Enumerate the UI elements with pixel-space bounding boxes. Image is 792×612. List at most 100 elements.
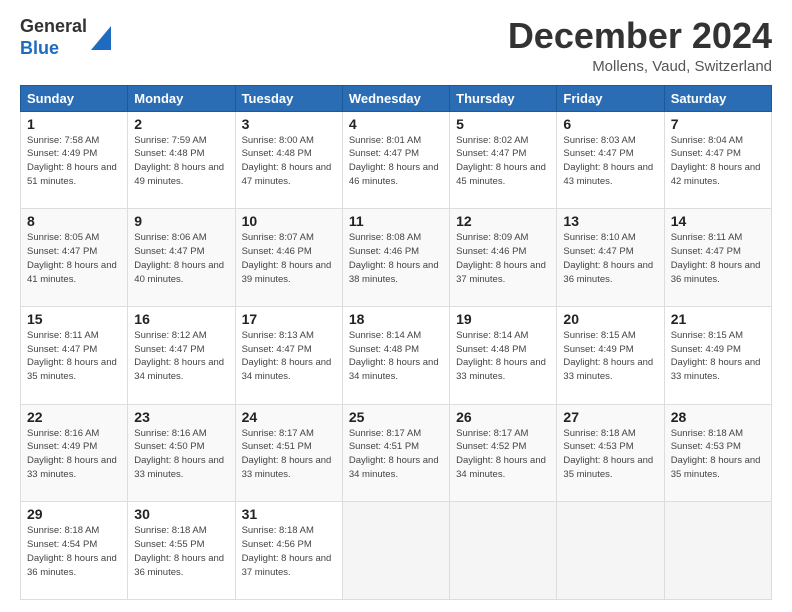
calendar-week-1: 1 Sunrise: 7:58 AMSunset: 4:49 PMDaylight… xyxy=(21,111,772,209)
day-info: Sunrise: 8:18 AMSunset: 4:53 PMDaylight:… xyxy=(671,427,765,482)
calendar-cell: 26 Sunrise: 8:17 AMSunset: 4:52 PMDayligh… xyxy=(450,404,557,502)
calendar-cell: 4Sunrise: 8:01 AMSunset: 4:47 PMDaylight… xyxy=(342,111,449,209)
day-number: 10 xyxy=(242,213,336,229)
day-info: Sunrise: 8:03 AMSunset: 4:47 PMDaylight:… xyxy=(563,134,657,189)
col-sunday: Sunday xyxy=(21,85,128,111)
calendar-cell xyxy=(664,502,771,600)
day-number: 19 xyxy=(456,311,550,327)
calendar-cell: 3 Sunrise: 8:00 AMSunset: 4:48 PMDaylight… xyxy=(235,111,342,209)
calendar-cell: 20 Sunrise: 8:15 AMSunset: 4:49 PMDayligh… xyxy=(557,306,664,404)
calendar-cell: 7 Sunrise: 8:04 AMSunset: 4:47 PMDaylight… xyxy=(664,111,771,209)
day-info: Sunrise: 8:18 AMSunset: 4:53 PMDaylight:… xyxy=(563,427,657,482)
day-number: 15 xyxy=(27,311,121,327)
calendar-cell: 15 Sunrise: 8:11 AMSunset: 4:47 PMDayligh… xyxy=(21,306,128,404)
day-info: Sunrise: 8:13 AMSunset: 4:47 PMDaylight:… xyxy=(242,329,336,384)
calendar-week-5: 29 Sunrise: 8:18 AMSunset: 4:54 PMDayligh… xyxy=(21,502,772,600)
calendar-cell: 2 Sunrise: 7:59 AMSunset: 4:48 PMDaylight… xyxy=(128,111,235,209)
calendar-cell xyxy=(342,502,449,600)
day-number: 28 xyxy=(671,409,765,425)
day-number: 29 xyxy=(27,506,121,522)
col-wednesday: Wednesday xyxy=(342,85,449,111)
day-info: Sunrise: 8:16 AMSunset: 4:50 PMDaylight:… xyxy=(134,427,228,482)
calendar-cell: 11 Sunrise: 8:08 AMSunset: 4:46 PMDayligh… xyxy=(342,209,449,307)
day-info: Sunrise: 8:18 AMSunset: 4:55 PMDaylight:… xyxy=(134,524,228,579)
day-info: Sunrise: 8:14 AMSunset: 4:48 PMDaylight:… xyxy=(456,329,550,384)
day-info: Sunrise: 8:18 AMSunset: 4:56 PMDaylight:… xyxy=(242,524,336,579)
calendar-cell: 25 Sunrise: 8:17 AMSunset: 4:51 PMDayligh… xyxy=(342,404,449,502)
day-number: 5 xyxy=(456,116,550,132)
calendar-week-2: 8 Sunrise: 8:05 AMSunset: 4:47 PMDaylight… xyxy=(21,209,772,307)
calendar-cell xyxy=(557,502,664,600)
col-friday: Friday xyxy=(557,85,664,111)
day-number: 13 xyxy=(563,213,657,229)
day-number: 21 xyxy=(671,311,765,327)
day-info: Sunrise: 8:17 AMSunset: 4:52 PMDaylight:… xyxy=(456,427,550,482)
day-info: Sunrise: 8:10 AMSunset: 4:47 PMDaylight:… xyxy=(563,231,657,286)
day-number: 4 xyxy=(349,116,443,132)
day-number: 11 xyxy=(349,213,443,229)
day-number: 14 xyxy=(671,213,765,229)
day-info: Sunrise: 8:15 AMSunset: 4:49 PMDaylight:… xyxy=(563,329,657,384)
day-number: 31 xyxy=(242,506,336,522)
day-number: 20 xyxy=(563,311,657,327)
calendar-cell: 23Sunrise: 8:16 AMSunset: 4:50 PMDayligh… xyxy=(128,404,235,502)
calendar-cell: 18 Sunrise: 8:14 AMSunset: 4:48 PMDayligh… xyxy=(342,306,449,404)
title-section: December 2024 Mollens, Vaud, Switzerland xyxy=(508,16,772,75)
day-number: 24 xyxy=(242,409,336,425)
day-info: Sunrise: 7:58 AMSunset: 4:49 PMDaylight:… xyxy=(27,134,121,189)
calendar-cell: 6 Sunrise: 8:03 AMSunset: 4:47 PMDaylight… xyxy=(557,111,664,209)
day-number: 8 xyxy=(27,213,121,229)
day-info: Sunrise: 8:11 AMSunset: 4:47 PMDaylight:… xyxy=(671,231,765,286)
month-title: December 2024 xyxy=(508,16,772,56)
calendar-cell: 9Sunrise: 8:06 AMSunset: 4:47 PMDaylight… xyxy=(128,209,235,307)
calendar-cell: 10 Sunrise: 8:07 AMSunset: 4:46 PMDayligh… xyxy=(235,209,342,307)
day-number: 3 xyxy=(242,116,336,132)
day-info: Sunrise: 8:09 AMSunset: 4:46 PMDaylight:… xyxy=(456,231,550,286)
day-number: 9 xyxy=(134,213,228,229)
calendar-cell: 30 Sunrise: 8:18 AMSunset: 4:55 PMDayligh… xyxy=(128,502,235,600)
day-info: Sunrise: 8:08 AMSunset: 4:46 PMDaylight:… xyxy=(349,231,443,286)
calendar-cell: 21 Sunrise: 8:15 AMSunset: 4:49 PMDayligh… xyxy=(664,306,771,404)
calendar-header-row: Sunday Monday Tuesday Wednesday Thursday… xyxy=(21,85,772,111)
logo-general: General xyxy=(20,16,87,38)
day-number: 18 xyxy=(349,311,443,327)
logo: General Blue xyxy=(20,16,111,59)
col-thursday: Thursday xyxy=(450,85,557,111)
day-number: 22 xyxy=(27,409,121,425)
calendar-cell: 29 Sunrise: 8:18 AMSunset: 4:54 PMDayligh… xyxy=(21,502,128,600)
day-info: Sunrise: 8:07 AMSunset: 4:46 PMDaylight:… xyxy=(242,231,336,286)
col-tuesday: Tuesday xyxy=(235,85,342,111)
col-monday: Monday xyxy=(128,85,235,111)
day-info: Sunrise: 8:15 AMSunset: 4:49 PMDaylight:… xyxy=(671,329,765,384)
day-number: 12 xyxy=(456,213,550,229)
day-info: Sunrise: 8:17 AMSunset: 4:51 PMDaylight:… xyxy=(349,427,443,482)
page: General Blue December 2024 Mollens, Vaud… xyxy=(0,0,792,612)
logo-text: General Blue xyxy=(20,16,87,59)
day-number: 6 xyxy=(563,116,657,132)
calendar-week-3: 15 Sunrise: 8:11 AMSunset: 4:47 PMDayligh… xyxy=(21,306,772,404)
calendar-cell: 17 Sunrise: 8:13 AMSunset: 4:47 PMDayligh… xyxy=(235,306,342,404)
day-number: 7 xyxy=(671,116,765,132)
day-number: 30 xyxy=(134,506,228,522)
logo-blue: Blue xyxy=(20,38,87,60)
day-info: Sunrise: 8:00 AMSunset: 4:48 PMDaylight:… xyxy=(242,134,336,189)
header: General Blue December 2024 Mollens, Vaud… xyxy=(20,16,772,75)
calendar-week-4: 22Sunrise: 8:16 AMSunset: 4:49 PMDayligh… xyxy=(21,404,772,502)
logo-icon xyxy=(91,22,111,55)
day-info: Sunrise: 7:59 AMSunset: 4:48 PMDaylight:… xyxy=(134,134,228,189)
day-number: 26 xyxy=(456,409,550,425)
day-number: 1 xyxy=(27,116,121,132)
day-info: Sunrise: 8:04 AMSunset: 4:47 PMDaylight:… xyxy=(671,134,765,189)
day-info: Sunrise: 8:18 AMSunset: 4:54 PMDaylight:… xyxy=(27,524,121,579)
day-number: 2 xyxy=(134,116,228,132)
day-number: 25 xyxy=(349,409,443,425)
day-info: Sunrise: 8:02 AMSunset: 4:47 PMDaylight:… xyxy=(456,134,550,189)
day-info: Sunrise: 8:05 AMSunset: 4:47 PMDaylight:… xyxy=(27,231,121,286)
day-info: Sunrise: 8:11 AMSunset: 4:47 PMDaylight:… xyxy=(27,329,121,384)
calendar-cell: 22Sunrise: 8:16 AMSunset: 4:49 PMDayligh… xyxy=(21,404,128,502)
day-info: Sunrise: 8:14 AMSunset: 4:48 PMDaylight:… xyxy=(349,329,443,384)
day-info: Sunrise: 8:12 AMSunset: 4:47 PMDaylight:… xyxy=(134,329,228,384)
day-number: 17 xyxy=(242,311,336,327)
calendar-cell: 12 Sunrise: 8:09 AMSunset: 4:46 PMDayligh… xyxy=(450,209,557,307)
calendar-cell: 31 Sunrise: 8:18 AMSunset: 4:56 PMDayligh… xyxy=(235,502,342,600)
